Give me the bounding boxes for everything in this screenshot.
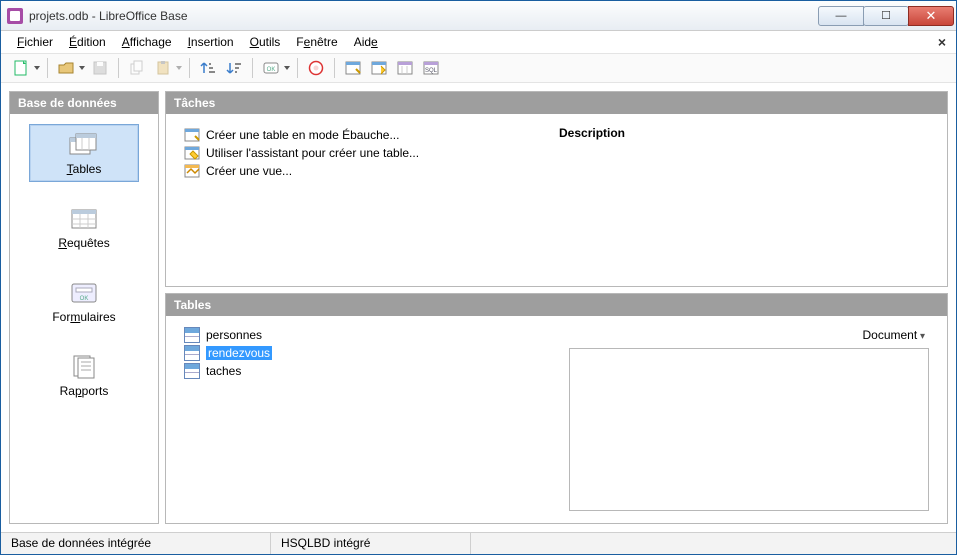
maximize-button[interactable]: ☐	[863, 6, 909, 26]
forms-icon: OK	[68, 279, 100, 307]
menu-help[interactable]: Aide	[346, 33, 386, 51]
window-title: projets.odb - LibreOffice Base	[29, 9, 819, 23]
new-table-design-button[interactable]	[341, 56, 365, 80]
new-view-button[interactable]	[393, 56, 417, 80]
menu-tools[interactable]: Outils	[242, 33, 289, 51]
queries-icon	[68, 205, 100, 233]
menubar: Fichier Édition Affichage Insertion Outi…	[1, 31, 956, 53]
main-area: Tâches Créer une table en mode Ébauche..…	[165, 91, 948, 524]
svg-text:OK: OK	[267, 67, 276, 73]
sidebar-item-reports[interactable]: Rapports	[29, 346, 139, 404]
new-button[interactable]	[9, 56, 33, 80]
table-design-icon	[184, 127, 200, 143]
svg-text:OK: OK	[80, 296, 89, 302]
sidebar-item-label: Formulaires	[52, 310, 115, 324]
tables-icon	[68, 131, 100, 159]
table-label: personnes	[206, 328, 262, 342]
tables-list: personnes rendezvous taches	[184, 326, 555, 511]
sidebar-item-label: Tables	[67, 162, 102, 176]
task-label: Créer une table en mode Ébauche...	[206, 128, 399, 142]
statusbar: Base de données intégrée HSQLBD intégré	[1, 532, 956, 554]
sidebar-item-queries[interactable]: Requêtes	[29, 198, 139, 256]
table-item-rendezvous[interactable]: rendezvous	[184, 344, 555, 362]
table-label: rendezvous	[206, 346, 272, 360]
reports-icon	[68, 353, 100, 381]
table-label: taches	[206, 364, 241, 378]
status-spacer	[471, 533, 956, 554]
sort-desc-button[interactable]	[222, 56, 246, 80]
new-dropdown[interactable]	[33, 66, 41, 70]
save-button[interactable]	[88, 56, 112, 80]
task-label: Créer une vue...	[206, 164, 292, 178]
status-db-type: Base de données intégrée	[1, 533, 271, 554]
tables-title: Tables	[166, 294, 947, 316]
new-table-wizard-button[interactable]	[367, 56, 391, 80]
menu-insert[interactable]: Insertion	[180, 33, 242, 51]
svg-text:SQL: SQL	[425, 68, 438, 74]
sidebar-title: Base de données	[10, 92, 158, 114]
sidebar-item-label: Rapports	[60, 384, 109, 398]
window-controls: — ☐ ✕	[819, 6, 954, 26]
help-button[interactable]	[304, 56, 328, 80]
sidebar-item-tables[interactable]: Tables	[29, 124, 139, 182]
task-create-table-design[interactable]: Créer une table en mode Ébauche...	[184, 126, 559, 144]
preview-column: Document	[569, 326, 929, 511]
menu-view[interactable]: Affichage	[114, 33, 180, 51]
table-item-personnes[interactable]: personnes	[184, 326, 555, 344]
open-dropdown[interactable]	[78, 66, 86, 70]
sidebar-item-forms[interactable]: OK Formulaires	[29, 272, 139, 330]
preview-mode-dropdown[interactable]: Document	[569, 326, 929, 348]
database-sidebar: Base de données Tables Requêtes OK Formu…	[9, 91, 159, 524]
minimize-button[interactable]: —	[818, 6, 864, 26]
status-engine: HSQLBD intégré	[271, 533, 471, 554]
menu-window[interactable]: Fenêtre	[288, 33, 345, 51]
tables-panel: Tables personnes rendezvous	[165, 293, 948, 524]
open-button[interactable]	[54, 56, 78, 80]
sidebar-item-label: Requêtes	[58, 236, 109, 250]
paste-button[interactable]	[151, 56, 175, 80]
tasks-title: Tâches	[166, 92, 947, 114]
body: Base de données Tables Requêtes OK Formu…	[1, 83, 956, 532]
task-create-view[interactable]: Créer une vue...	[184, 162, 559, 180]
task-create-table-wizard[interactable]: Utiliser l'assistant pour créer une tabl…	[184, 144, 559, 162]
form-dropdown[interactable]	[283, 66, 291, 70]
app-window: projets.odb - LibreOffice Base — ☐ ✕ Fic…	[0, 0, 957, 555]
close-button[interactable]: ✕	[908, 6, 954, 26]
paste-dropdown[interactable]	[175, 66, 183, 70]
table-item-taches[interactable]: taches	[184, 362, 555, 380]
titlebar[interactable]: projets.odb - LibreOffice Base — ☐ ✕	[1, 1, 956, 31]
view-icon	[184, 163, 200, 179]
table-icon	[184, 327, 200, 343]
menu-edit[interactable]: Édition	[61, 33, 114, 51]
tasks-panel: Tâches Créer une table en mode Ébauche..…	[165, 91, 948, 287]
description-column: Description	[559, 126, 929, 274]
table-icon	[184, 363, 200, 379]
new-view-sql-button[interactable]: SQL	[419, 56, 443, 80]
form-button[interactable]: OK	[259, 56, 283, 80]
table-icon	[184, 345, 200, 361]
copy-button[interactable]	[125, 56, 149, 80]
tasks-list: Créer une table en mode Ébauche... Utili…	[184, 126, 559, 274]
task-label: Utiliser l'assistant pour créer une tabl…	[206, 146, 419, 160]
menu-file[interactable]: Fichier	[9, 33, 61, 51]
preview-box	[569, 348, 929, 511]
toolbar: OK SQL	[1, 53, 956, 83]
description-label: Description	[559, 126, 929, 140]
sort-asc-button[interactable]	[196, 56, 220, 80]
app-icon	[7, 8, 23, 24]
document-close-icon[interactable]: ×	[938, 34, 946, 50]
table-wizard-icon	[184, 145, 200, 161]
